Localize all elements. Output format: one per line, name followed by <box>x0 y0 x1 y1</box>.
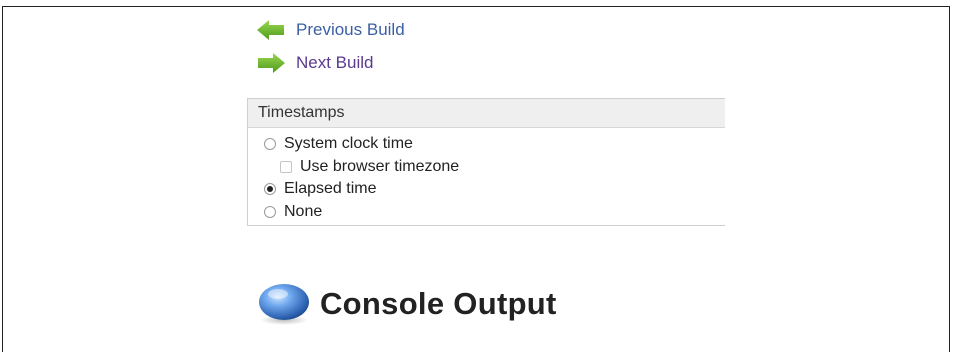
use-browser-timezone-checkbox[interactable] <box>280 161 292 173</box>
timestamps-panel: Timestamps System clock time Use browser… <box>247 98 725 226</box>
none-option[interactable]: None <box>264 203 322 221</box>
console-output-title: Console Output <box>320 286 557 321</box>
none-label: None <box>284 203 323 220</box>
use-browser-timezone-option[interactable]: Use browser timezone <box>280 158 459 176</box>
arrow-left-icon <box>256 19 286 41</box>
elapsed-time-label: Elapsed time <box>284 180 377 197</box>
none-radio[interactable] <box>264 206 276 218</box>
use-browser-timezone-label: Use browser timezone <box>300 158 460 175</box>
previous-build-link[interactable]: Previous Build <box>256 19 405 41</box>
elapsed-time-option[interactable]: Elapsed time <box>264 180 377 198</box>
arrow-right-icon <box>256 52 286 74</box>
system-clock-time-radio[interactable] <box>264 138 276 150</box>
blue-orb-icon <box>256 282 312 326</box>
next-build-label[interactable]: Next Build <box>296 53 373 73</box>
console-output-heading: Console Output <box>256 282 557 326</box>
timestamps-header: Timestamps <box>248 99 725 128</box>
previous-build-label[interactable]: Previous Build <box>296 20 405 40</box>
elapsed-time-radio[interactable] <box>264 183 276 195</box>
system-clock-time-option[interactable]: System clock time <box>264 135 413 153</box>
next-build-link[interactable]: Next Build <box>256 52 373 74</box>
system-clock-time-label: System clock time <box>284 135 413 152</box>
